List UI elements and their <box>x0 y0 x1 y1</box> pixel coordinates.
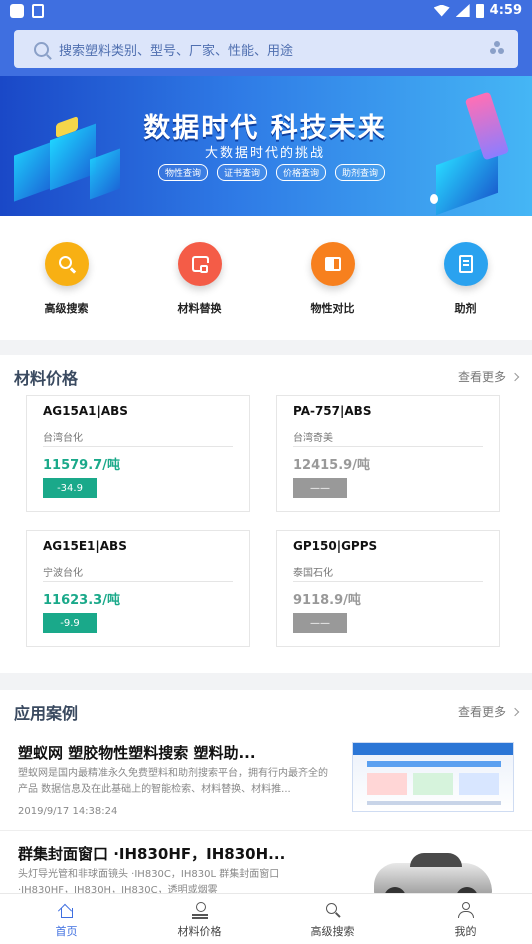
nav-home[interactable]: 首页 <box>0 894 133 944</box>
quick-advanced-search[interactable]: 高级搜索 <box>0 216 133 340</box>
home-icon <box>57 902 76 918</box>
view-more-label: 查看更多 <box>457 705 506 719</box>
document-icon <box>457 255 475 273</box>
case-thumbnail <box>352 742 514 812</box>
banner-tag: 价格查询 <box>276 164 327 181</box>
nav-prices[interactable]: 材料价格 <box>133 894 266 944</box>
section-title: 材料价格 <box>14 369 79 388</box>
app-notification-icon <box>32 4 44 18</box>
price-value: 11579.7/吨 <box>43 458 120 473</box>
case-description: 塑蚁网是国内最精准永久免费塑料和助剂搜索平台，拥有行内最齐全的产品 数据信息及在… <box>18 768 328 795</box>
replace-icon <box>191 255 209 273</box>
banner-subtitle: 大数据时代的挑战 <box>204 146 325 161</box>
price-value: 9118.9/吨 <box>293 593 361 608</box>
product-name: PA-757|ABS <box>293 404 372 418</box>
nav-profile[interactable]: 我的 <box>399 894 532 944</box>
quick-material-replace[interactable]: 材料替换 <box>133 216 266 340</box>
status-bar: 4:59 <box>0 0 532 24</box>
divider <box>293 581 483 582</box>
app-screen: 4:59 搜索塑料类别、型号、厂家、性能、用途 数据时代 科技未来 大数据时代的… <box>0 0 532 944</box>
search-icon <box>324 902 342 918</box>
promo-banner[interactable]: 数据时代 科技未来 大数据时代的挑战 物性查询 证书查询 价格查询 助剂查询 <box>0 76 532 216</box>
banner-title: 数据时代 科技未来 <box>143 113 387 144</box>
manufacturer: 台湾奇美 <box>293 433 333 444</box>
banner-tag: 物性查询 <box>158 164 209 181</box>
manufacturer: 宁波台化 <box>43 568 83 579</box>
voice-search-icon[interactable] <box>490 41 504 55</box>
view-more-prices[interactable]: 查看更多 <box>457 368 520 385</box>
case-title: 群集封面窗口 ·IH830HF，IH830H... <box>18 845 286 863</box>
banner-tags: 物性查询 证书查询 价格查询 助剂查询 <box>158 164 386 181</box>
search-icon <box>34 41 49 57</box>
nav-label: 我的 <box>454 925 477 938</box>
price-card[interactable]: PA-757|ABS 台湾奇美 12415.9/吨 —— <box>276 395 500 512</box>
case-item[interactable]: 群集封面窗口 ·IH830HF，IH830H... 头灯导光管和非球面镜头 ·I… <box>0 831 532 893</box>
price-value: 11623.3/吨 <box>43 593 120 608</box>
user-icon <box>457 902 475 918</box>
product-name: AG15A1|ABS <box>43 404 128 418</box>
nav-label: 首页 <box>55 925 78 938</box>
search-icon <box>58 255 76 274</box>
case-date: 2019/9/17 14:38:24 <box>18 806 118 817</box>
quick-icon-0-bg <box>44 242 89 286</box>
header: 4:59 搜索塑料类别、型号、厂家、性能、用途 <box>0 0 532 76</box>
quick-label: 物性对比 <box>310 302 355 315</box>
quick-label: 材料替换 <box>177 302 222 315</box>
chevron-right-icon <box>510 372 520 381</box>
product-name: AG15E1|ABS <box>43 539 127 553</box>
nav-advanced-search[interactable]: 高级搜索 <box>266 894 399 944</box>
divider <box>43 446 233 447</box>
price-change-badge: —— <box>293 478 347 498</box>
notification-icon <box>10 4 24 18</box>
case-item[interactable]: 塑蚁网 塑胶物性塑料搜索 塑料助... 塑蚁网是国内最精准永久免费塑料和助剂搜索… <box>0 730 532 831</box>
divider <box>293 446 483 447</box>
quick-label: 助剂 <box>454 302 477 315</box>
case-title: 塑蚁网 塑胶物性塑料搜索 塑料助... <box>18 744 256 762</box>
price-change-badge: -9.9 <box>43 613 97 633</box>
price-card[interactable]: GP150|GPPS 泰国石化 9118.9/吨 —— <box>276 530 500 647</box>
quick-label: 高级搜索 <box>44 302 89 315</box>
quick-additives[interactable]: 助剂 <box>399 216 532 340</box>
price-card[interactable]: AG15A1|ABS 台湾台化 11579.7/吨 -34.9 <box>26 395 250 512</box>
bottom-nav: 首页 材料价格 高级搜索 我的 <box>0 893 532 944</box>
status-time: 4:59 <box>489 3 522 18</box>
price-section-header: 材料价格 查看更多 <box>0 355 532 395</box>
divider <box>43 581 233 582</box>
signal-icon <box>455 4 470 17</box>
nav-label: 材料价格 <box>177 925 222 938</box>
price-value: 12415.9/吨 <box>293 458 370 473</box>
battery-icon <box>475 3 484 18</box>
phone-illustration <box>430 91 520 216</box>
banner-tag: 助剂查询 <box>335 164 386 181</box>
nav-label: 高级搜索 <box>310 925 355 938</box>
banner-tag: 证书查询 <box>217 164 268 181</box>
price-change-badge: —— <box>293 613 347 633</box>
quick-icon-1-bg <box>177 242 222 286</box>
quick-entry-grid: 高级搜索 材料替换 物性对比 助剂 <box>0 216 532 340</box>
section-title: 应用案例 <box>14 704 79 723</box>
manufacturer: 台湾台化 <box>43 433 83 444</box>
search-input[interactable]: 搜索塑料类别、型号、厂家、性能、用途 <box>14 30 518 68</box>
manufacturer: 泰国石化 <box>293 568 333 579</box>
view-more-cases[interactable]: 查看更多 <box>457 703 520 720</box>
search-placeholder: 搜索塑料类别、型号、厂家、性能、用途 <box>59 43 294 59</box>
compare-icon <box>324 255 342 273</box>
view-more-label: 查看更多 <box>457 370 506 384</box>
quick-property-compare[interactable]: 物性对比 <box>266 216 399 340</box>
price-card[interactable]: AG15E1|ABS 宁波台化 11623.3/吨 -9.9 <box>26 530 250 647</box>
wifi-icon <box>433 4 450 17</box>
case-description: 头灯导光管和非球面镜头 ·IH830C，IH830L 群集封面窗口 ·IH830… <box>18 869 280 893</box>
product-name: GP150|GPPS <box>293 539 378 553</box>
price-icon <box>191 902 209 919</box>
price-section: 材料价格 查看更多 AG15A1|ABS 台湾台化 11579.7/吨 -34.… <box>0 355 532 673</box>
car-thumbnail <box>352 849 514 893</box>
price-change-badge: -34.9 <box>43 478 97 498</box>
quick-icon-3-bg <box>443 242 488 286</box>
cases-section-header: 应用案例 查看更多 <box>0 690 532 730</box>
chevron-right-icon <box>510 707 520 716</box>
quick-icon-2-bg <box>310 242 355 286</box>
